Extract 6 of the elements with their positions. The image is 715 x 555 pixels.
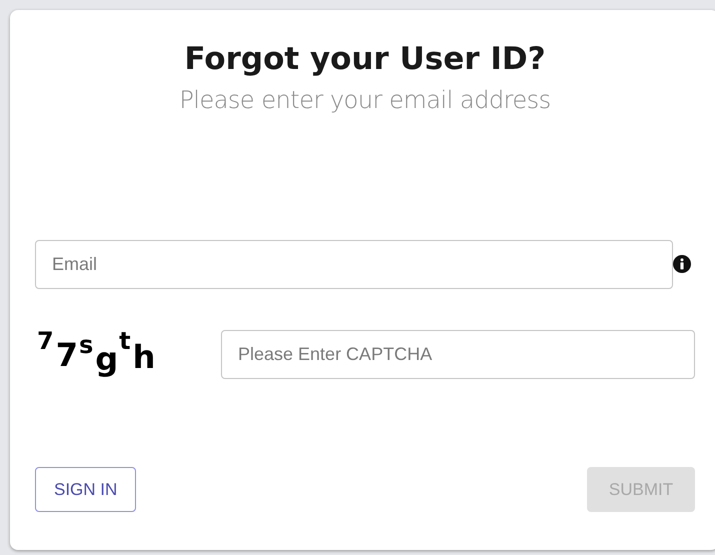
subtitle: Please enter your email address [178,86,552,115]
email-field[interactable]: Email [35,240,673,289]
sign-in-button[interactable]: SIGN IN [35,466,136,512]
info-icon[interactable] [673,255,691,274]
page-title: Forgot your User ID? [183,41,547,78]
captcha-field[interactable]: Please Enter CAPTCHA [221,330,695,380]
